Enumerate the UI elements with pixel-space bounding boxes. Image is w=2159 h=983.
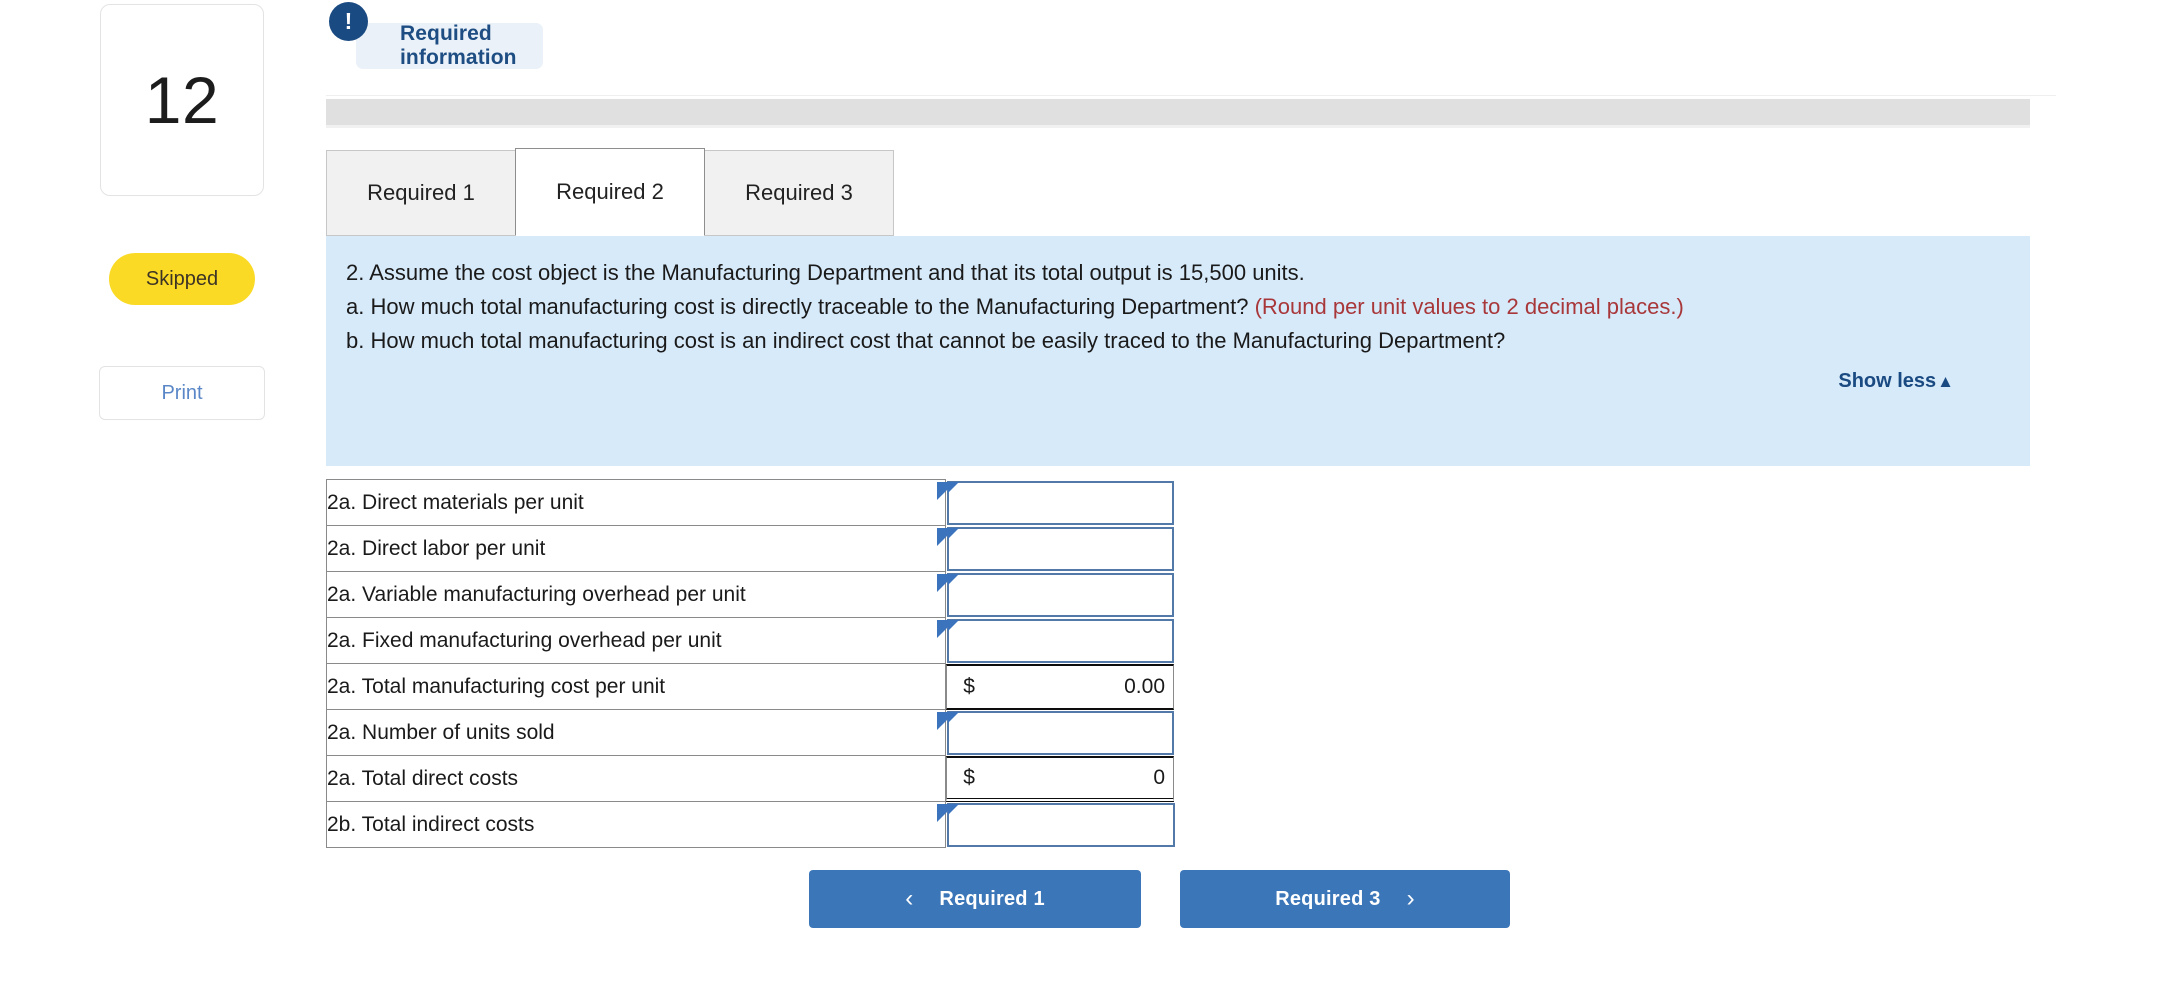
amount: 0 [1153,765,1165,789]
tab-required-1[interactable]: Required 1 [326,150,516,236]
tab-required-3[interactable]: Required 3 [704,150,894,236]
exclamation-icon: ! [329,2,368,41]
total-manufacturing-cost-per-unit-value: $ 0.00 [946,663,1174,710]
flag-triangle-icon [937,481,960,504]
toolbar-grey-bar-shadow [326,125,2030,128]
question-page: 12 Skipped Print ! Required information … [0,0,2159,983]
required-information-pill: Required information [356,22,543,69]
currency-symbol: $ [963,765,975,789]
direct-labor-per-unit-input[interactable] [949,528,1172,569]
tab-required-2[interactable]: Required 2 [515,148,705,236]
status-badge-skipped[interactable]: Skipped [109,253,255,305]
row-value: $ 0 [945,755,1175,802]
flag-triangle-icon [937,527,960,550]
question-line-2-note: (Round per unit values to 2 decimal plac… [1254,294,1684,319]
table-row: 2b. Total indirect costs [325,801,1175,848]
table-row: 2a. Total direct costs $ 0 [325,755,1175,802]
input-wrapper [937,618,1174,663]
row-label: 2a. Number of units sold [325,709,947,756]
question-line-2: a. How much total manufacturing cost is … [346,290,2002,324]
input-wrapper [937,710,1174,755]
next-required-button[interactable]: Required 3 › [1180,870,1510,928]
answer-table: 2a. Direct materials per unit 2a. Direct… [325,479,1175,848]
chevron-left-icon: ‹ [905,885,914,912]
row-label: 2a. Direct materials per unit [325,479,947,526]
chevron-up-icon: ▲ [1937,372,1954,391]
row-value [937,571,1175,618]
flag-triangle-icon [937,711,960,734]
required-tabs: Required 1 Required 2 Required 3 [326,148,894,236]
top-divider [326,95,2056,96]
total-direct-costs-value: $ 0 [946,755,1174,802]
row-value: $ 0.00 [945,663,1175,710]
flag-triangle-icon [937,573,960,596]
show-less-label: Show less [1838,370,1937,392]
row-label: 2a. Total manufacturing cost per unit [325,663,947,710]
fixed-manufacturing-overhead-per-unit-input[interactable] [949,620,1172,661]
print-button[interactable]: Print [99,366,265,420]
question-number: 12 [144,63,220,137]
variable-manufacturing-overhead-per-unit-input[interactable] [949,574,1172,615]
row-value [937,479,1175,526]
row-label: 2a. Total direct costs [325,755,947,802]
flag-triangle-icon [937,803,960,826]
tab-required-2-label: Required 2 [556,179,664,204]
row-value [937,709,1175,756]
question-line-3: b. How much total manufacturing cost is … [346,328,1506,353]
row-label: 2a. Direct labor per unit [325,525,947,572]
next-required-button-label: Required 3 [1275,887,1381,910]
input-wrapper [937,480,1174,525]
previous-required-button[interactable]: ‹ Required 1 [809,870,1141,928]
flag-triangle-icon [937,619,960,642]
row-label: 2a. Fixed manufacturing overhead per uni… [325,617,947,664]
currency-symbol: $ [963,674,975,698]
number-of-units-sold-input[interactable] [949,712,1172,753]
previous-required-button-label: Required 1 [939,887,1045,910]
show-less-toggle[interactable]: Show less▲ [346,370,2002,393]
left-rail: 12 Skipped Print [0,0,300,983]
answer-table-body: 2a. Direct materials per unit 2a. Direct… [325,479,1175,848]
table-row: 2a. Variable manufacturing overhead per … [325,571,1175,618]
question-prompt-box: 2. Assume the cost object is the Manufac… [326,236,2030,466]
row-value [937,801,1175,848]
table-row: 2a. Number of units sold [325,709,1175,756]
question-line-1: 2. Assume the cost object is the Manufac… [346,260,1305,285]
exclamation-glyph: ! [344,8,353,34]
question-number-card: 12 [100,4,264,196]
table-row: 2a. Total manufacturing cost per unit $ … [325,663,1175,710]
input-wrapper [937,802,1175,847]
total-indirect-costs-input[interactable] [949,804,1173,845]
row-value [937,617,1175,664]
input-wrapper [937,526,1174,571]
row-label: 2a. Variable manufacturing overhead per … [325,571,947,618]
status-badge-label: Skipped [145,267,219,290]
toolbar-grey-bar [326,99,2030,125]
table-row: 2a. Direct materials per unit [325,479,1175,526]
print-button-label: Print [161,381,203,404]
tab-required-1-label: Required 1 [367,180,475,205]
table-row: 2a. Fixed manufacturing overhead per uni… [325,617,1175,664]
table-row: 2a. Direct labor per unit [325,525,1175,572]
amount: 0.00 [1124,674,1165,698]
required-information-label: Required information [400,22,517,69]
row-label: 2b. Total indirect costs [325,801,947,848]
tab-required-3-label: Required 3 [745,180,853,205]
row-value [937,525,1175,572]
chevron-right-icon: › [1406,885,1415,912]
direct-materials-per-unit-input[interactable] [949,482,1172,523]
input-wrapper [937,572,1174,617]
question-line-2-text: a. How much total manufacturing cost is … [346,294,1255,319]
